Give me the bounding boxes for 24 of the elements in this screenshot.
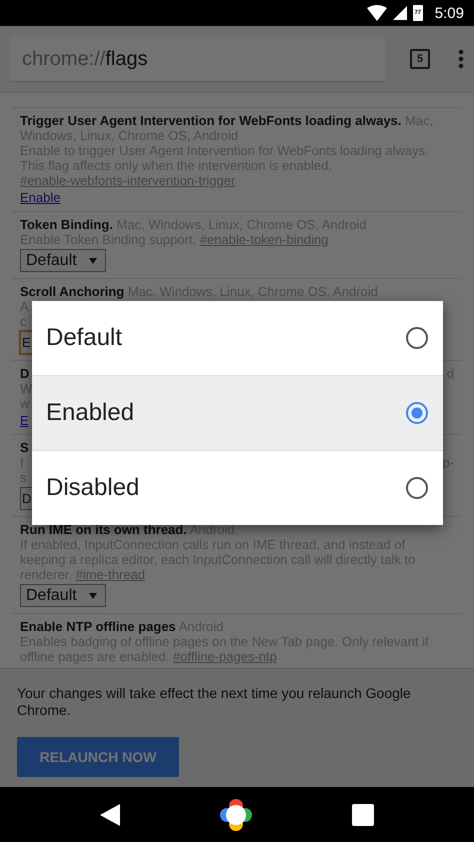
back-icon[interactable] — [100, 804, 120, 826]
relaunch-message: Your changes will take effect the next time you relaunch Google Chrome. — [17, 685, 412, 719]
flag-title-fragment: S — [20, 440, 29, 455]
caret-icon — [89, 256, 97, 264]
home-icon[interactable] — [220, 798, 252, 830]
enable-link[interactable]: Enable — [20, 190, 60, 205]
select-dropdown[interactable]: Default — [20, 584, 106, 607]
dialog-option[interactable]: Enabled — [32, 375, 443, 450]
caret-icon — [89, 592, 97, 600]
dialog-option[interactable]: Default — [32, 301, 443, 375]
radio-button[interactable] — [405, 476, 429, 500]
wifi-icon — [366, 5, 387, 21]
select-dropdown[interactable]: Default — [20, 249, 106, 272]
dialog-option[interactable]: Disabled — [32, 450, 443, 525]
menu-icon[interactable] — [458, 49, 464, 69]
flag-title-fragment: D — [20, 366, 30, 381]
radio-button[interactable] — [405, 326, 429, 350]
tab-switcher-button[interactable]: 5 — [410, 49, 430, 69]
radio-button[interactable] — [405, 401, 429, 425]
signal-icon — [392, 6, 407, 20]
relaunch-button[interactable]: RELAUNCH NOW — [17, 737, 179, 777]
enable-link[interactable]: E — [20, 413, 29, 428]
recents-icon[interactable] — [352, 804, 374, 826]
clock: 5:09 — [434, 4, 464, 22]
